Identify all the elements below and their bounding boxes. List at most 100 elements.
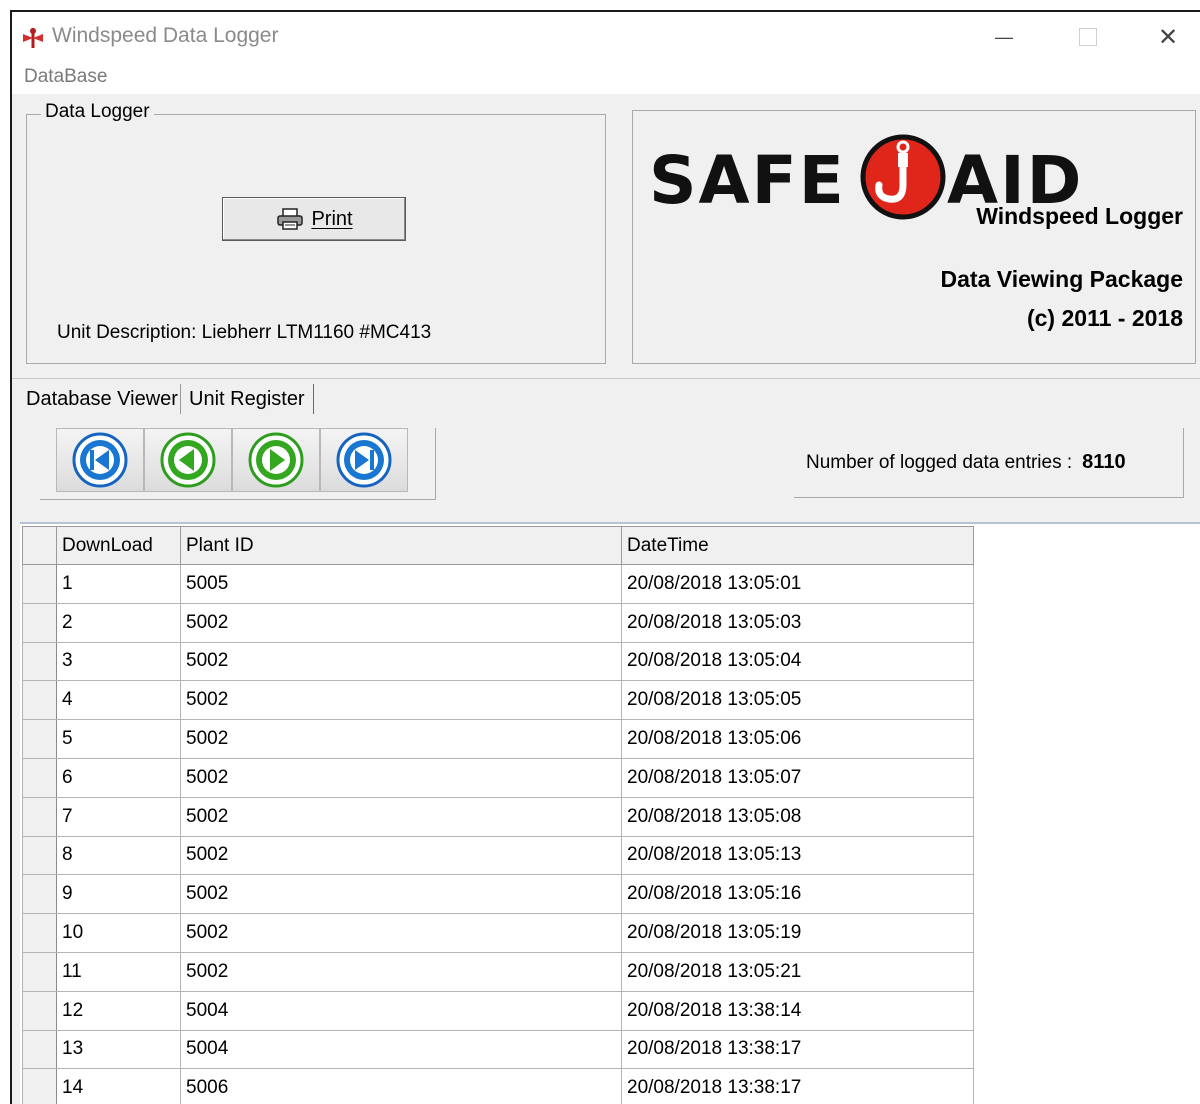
cell-datetime[interactable]: 20/08/2018 13:05:05 <box>621 680 974 721</box>
table-row[interactable]: 12 5004 20/08/2018 13:38:14 <box>22 990 974 1031</box>
cell-download[interactable]: 11 <box>56 951 181 992</box>
cell-plant-id[interactable]: 5002 <box>180 757 622 798</box>
table-row[interactable]: 14 5006 20/08/2018 13:38:17 <box>22 1068 974 1104</box>
cell-datetime[interactable]: 20/08/2018 13:05:16 <box>621 874 974 915</box>
cell-plant-id[interactable]: 5002 <box>180 913 622 953</box>
tab-database-viewer[interactable]: Database Viewer <box>18 382 186 416</box>
column-header-plant-id[interactable]: Plant ID <box>180 526 622 565</box>
cell-plant-id[interactable]: 5006 <box>180 1068 622 1104</box>
cell-download[interactable]: 14 <box>56 1068 181 1104</box>
cell-plant-id[interactable]: 5004 <box>180 1029 622 1070</box>
previous-icon <box>160 432 216 488</box>
cell-datetime[interactable]: 20/08/2018 13:05:07 <box>621 757 974 798</box>
cell-download[interactable]: 9 <box>56 874 181 915</box>
cell-datetime[interactable]: 20/08/2018 13:05:19 <box>621 913 974 953</box>
cell-datetime[interactable]: 20/08/2018 13:05:21 <box>621 951 974 992</box>
cell-download[interactable]: 2 <box>56 602 181 643</box>
cell-download[interactable]: 5 <box>56 719 181 759</box>
package-name: Data Viewing Package <box>940 266 1183 292</box>
table-row[interactable]: 4 5002 20/08/2018 13:05:05 <box>22 680 974 721</box>
table-row[interactable]: 5 5002 20/08/2018 13:05:06 <box>22 719 974 759</box>
section-divider <box>12 378 1200 379</box>
table-row[interactable]: 13 5004 20/08/2018 13:38:17 <box>22 1029 974 1070</box>
table-row[interactable]: 8 5002 20/08/2018 13:05:13 <box>22 835 974 876</box>
row-selector[interactable] <box>22 874 57 915</box>
cell-plant-id[interactable]: 5004 <box>180 990 622 1031</box>
row-selector[interactable] <box>22 719 57 759</box>
cell-datetime[interactable]: 20/08/2018 13:05:03 <box>621 602 974 643</box>
cell-download[interactable]: 10 <box>56 913 181 953</box>
cell-datetime[interactable]: 20/08/2018 13:05:01 <box>621 564 974 604</box>
cell-plant-id[interactable]: 5002 <box>180 680 622 721</box>
cell-plant-id[interactable]: 5002 <box>180 796 622 837</box>
cell-datetime[interactable]: 20/08/2018 13:38:17 <box>621 1068 974 1104</box>
row-selector[interactable] <box>22 641 57 682</box>
close-icon: ✕ <box>1157 23 1179 51</box>
menu-bar: DataBase <box>12 60 1200 94</box>
cell-datetime[interactable]: 20/08/2018 13:05:08 <box>621 796 974 837</box>
tab-unit-register[interactable]: Unit Register <box>180 384 314 414</box>
cell-download[interactable]: 13 <box>56 1029 181 1070</box>
cell-download[interactable]: 1 <box>56 564 181 604</box>
cell-download[interactable]: 6 <box>56 757 181 798</box>
table-row[interactable]: 6 5002 20/08/2018 13:05:07 <box>22 757 974 798</box>
cell-datetime[interactable]: 20/08/2018 13:38:17 <box>621 1029 974 1070</box>
row-selector[interactable] <box>22 951 57 992</box>
cell-download[interactable]: 7 <box>56 796 181 837</box>
group-legend: Data Logger <box>41 101 154 123</box>
cell-plant-id[interactable]: 5002 <box>180 719 622 759</box>
menu-item-database[interactable]: DataBase <box>24 66 107 88</box>
cell-plant-id[interactable]: 5002 <box>180 641 622 682</box>
row-selector[interactable] <box>22 1068 57 1104</box>
table-row[interactable]: 7 5002 20/08/2018 13:05:08 <box>22 796 974 837</box>
first-record-button[interactable] <box>56 428 144 492</box>
row-selector[interactable] <box>22 757 57 798</box>
previous-record-button[interactable] <box>144 428 232 492</box>
unit-description-value: Liebherr LTM1160 #MC413 <box>201 322 432 343</box>
minimize-button[interactable]: — <box>974 18 1034 56</box>
row-selector[interactable] <box>22 602 57 643</box>
cell-download[interactable]: 3 <box>56 641 181 682</box>
last-record-button[interactable] <box>320 428 408 492</box>
cell-plant-id[interactable]: 5002 <box>180 874 622 915</box>
copyright-text: (c) 2011 - 2018 <box>1026 305 1183 331</box>
print-button[interactable]: Print <box>222 197 406 241</box>
cell-datetime[interactable]: 20/08/2018 13:05:06 <box>621 719 974 759</box>
skip-last-icon <box>336 432 392 488</box>
cell-datetime[interactable]: 20/08/2018 13:38:14 <box>621 990 974 1031</box>
table-row[interactable]: 10 5002 20/08/2018 13:05:19 <box>22 913 974 953</box>
cell-download[interactable]: 4 <box>56 680 181 721</box>
maximize-button[interactable] <box>1058 18 1118 56</box>
row-selector[interactable] <box>22 990 57 1031</box>
cell-plant-id[interactable]: 5005 <box>180 564 622 604</box>
next-record-button[interactable] <box>232 428 320 492</box>
next-icon <box>248 432 304 488</box>
crane-hook-icon <box>860 134 946 220</box>
row-selector[interactable] <box>22 913 57 953</box>
row-selector[interactable] <box>22 796 57 837</box>
product-name: Windspeed Logger <box>976 203 1183 229</box>
table-row[interactable]: 11 5002 20/08/2018 13:05:21 <box>22 951 974 992</box>
cell-plant-id[interactable]: 5002 <box>180 835 622 876</box>
column-header-datetime[interactable]: DateTime <box>621 526 974 565</box>
grid-corner-cell[interactable] <box>22 526 57 565</box>
row-selector[interactable] <box>22 1029 57 1070</box>
unit-description: Unit Description: Liebherr LTM1160 #MC41… <box>57 322 431 344</box>
cell-download[interactable]: 8 <box>56 835 181 876</box>
row-selector[interactable] <box>22 680 57 721</box>
data-logger-group: Data Logger Print Unit Description: Lieb… <box>26 101 606 364</box>
records-table: DownLoad Plant ID DateTime 1 5005 20/08/20… <box>22 526 974 1104</box>
cell-datetime[interactable]: 20/08/2018 13:05:13 <box>621 835 974 876</box>
row-selector[interactable] <box>22 564 57 604</box>
cell-download[interactable]: 12 <box>56 990 181 1031</box>
close-button[interactable]: ✕ <box>1138 18 1198 56</box>
column-header-download[interactable]: DownLoad <box>56 526 181 565</box>
cell-plant-id[interactable]: 5002 <box>180 951 622 992</box>
cell-datetime[interactable]: 20/08/2018 13:05:04 <box>621 641 974 682</box>
row-selector[interactable] <box>22 835 57 876</box>
table-row[interactable]: 3 5002 20/08/2018 13:05:04 <box>22 641 974 682</box>
table-row[interactable]: 1 5005 20/08/2018 13:05:01 <box>22 564 974 604</box>
table-row[interactable]: 9 5002 20/08/2018 13:05:16 <box>22 874 974 915</box>
table-row[interactable]: 2 5002 20/08/2018 13:05:03 <box>22 602 974 643</box>
cell-plant-id[interactable]: 5002 <box>180 602 622 643</box>
